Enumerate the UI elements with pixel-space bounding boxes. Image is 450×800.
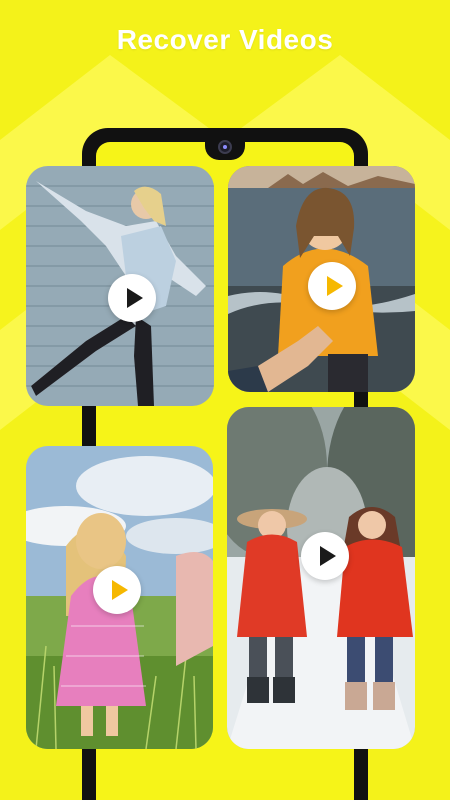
play-icon (112, 580, 128, 600)
camera-icon (218, 140, 232, 154)
video-thumbnail-kids-snow[interactable] (227, 407, 415, 749)
play-icon (320, 546, 336, 566)
play-button[interactable] (308, 262, 356, 310)
video-thumbnail-girl-meadow[interactable] (26, 446, 213, 749)
video-thumbnail-wall-dancer[interactable] (26, 166, 214, 406)
play-button[interactable] (301, 532, 349, 580)
page-title: Recover Videos (116, 24, 334, 55)
play-button[interactable] (93, 566, 141, 614)
play-button[interactable] (108, 274, 156, 322)
video-thumbnail-beach-hoodie[interactable] (228, 166, 415, 392)
play-icon (327, 276, 343, 296)
play-icon (127, 288, 143, 308)
app-screen: Recover Videos (0, 0, 450, 800)
